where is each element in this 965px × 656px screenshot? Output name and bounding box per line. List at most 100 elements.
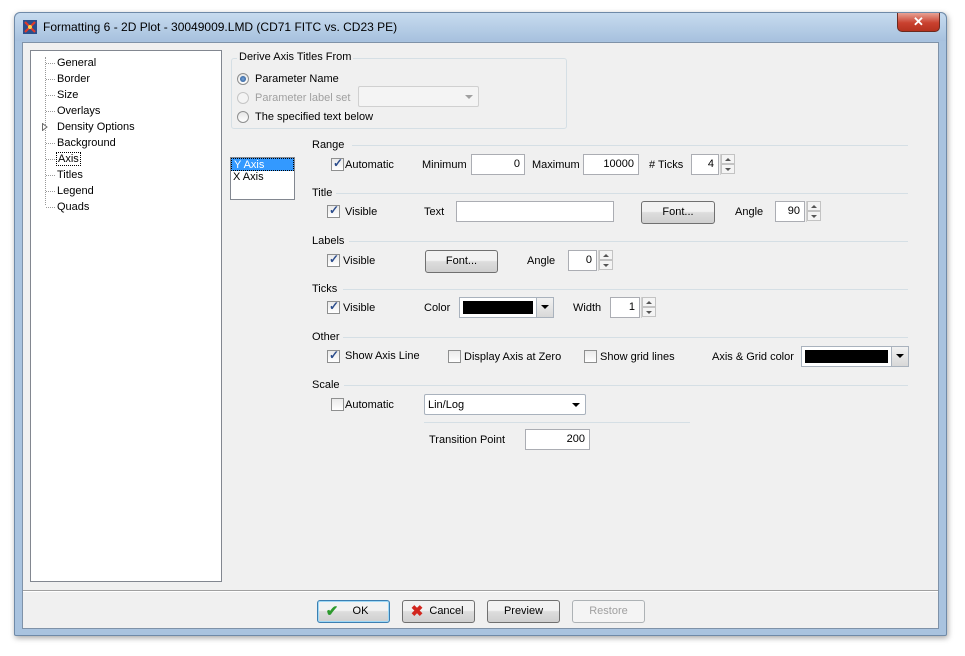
derive-group-title: Derive Axis Titles From	[237, 51, 354, 63]
tree-item-border[interactable]: Border	[56, 72, 91, 86]
tree-connector	[46, 111, 55, 112]
chevron-down-icon[interactable]	[891, 347, 908, 366]
ticks-width-input[interactable]: 1	[610, 297, 640, 318]
radio-specified-text-label[interactable]: The specified text below	[255, 110, 373, 124]
spin-down-icon[interactable]	[642, 307, 656, 317]
ok-button[interactable]: ✔ OK	[317, 600, 390, 623]
tree-item-density-options[interactable]: Density Options	[56, 120, 136, 134]
labels-visible-checkbox[interactable]	[327, 252, 340, 267]
spin-up-icon[interactable]	[807, 201, 821, 211]
labels-section-title: Labels	[312, 235, 345, 247]
app-logo-icon	[23, 20, 37, 34]
tree-item-axis[interactable]: Axis	[56, 152, 81, 166]
title-visible-checkbox[interactable]	[327, 203, 340, 218]
chevron-down-icon	[572, 403, 580, 407]
tree-item-overlays[interactable]: Overlays	[56, 104, 101, 118]
title-divider	[336, 193, 908, 194]
scale-section-title: Scale	[312, 379, 340, 391]
title-angle-stepper[interactable]	[806, 201, 821, 222]
other-divider	[343, 337, 908, 338]
show-grid-lines-checkbox[interactable]	[584, 350, 597, 363]
scale-automatic-checkbox[interactable]	[331, 398, 344, 411]
labels-visible-label[interactable]: Visible	[343, 254, 375, 268]
tree-connector	[46, 63, 55, 64]
ticks-width-stepper[interactable]	[641, 297, 656, 318]
maximum-label: Maximum	[532, 159, 580, 171]
radio-parameter-name[interactable]	[237, 73, 249, 85]
tree-connector	[46, 143, 55, 144]
spin-down-icon[interactable]	[721, 164, 735, 174]
labels-divider	[349, 241, 908, 242]
tree-connector	[46, 175, 55, 176]
cancel-button[interactable]: ✖ Cancel	[402, 600, 475, 623]
range-section-title: Range	[312, 139, 345, 151]
tree-item-general[interactable]: General	[56, 56, 97, 70]
maximum-input[interactable]: 10000	[583, 154, 639, 175]
show-grid-lines-label[interactable]: Show grid lines	[600, 350, 675, 364]
tree-item-titles[interactable]: Titles	[56, 168, 84, 182]
dialog-client-area: General Border Size Overlays Density Opt…	[22, 42, 939, 629]
title-text-input[interactable]	[456, 201, 614, 222]
tree-connector	[46, 159, 55, 160]
spin-down-icon[interactable]	[807, 211, 821, 221]
transition-point-label: Transition Point	[429, 434, 506, 446]
spin-down-icon[interactable]	[599, 260, 613, 270]
other-section-title: Other	[312, 331, 340, 343]
title-visible-label[interactable]: Visible	[345, 205, 377, 219]
scale-automatic-label[interactable]: Automatic	[345, 398, 394, 412]
ticks-visible-label[interactable]: Visible	[343, 301, 375, 315]
spin-up-icon[interactable]	[599, 250, 613, 260]
title-bar[interactable]: Formatting 6 - 2D Plot - 30049009.LMD (C…	[15, 13, 946, 41]
chevron-down-icon[interactable]	[536, 298, 553, 317]
labels-angle-label: Angle	[527, 255, 556, 267]
ticks-color-label: Color	[424, 302, 451, 314]
tree-item-legend[interactable]: Legend	[56, 184, 95, 198]
labels-angle-stepper[interactable]	[598, 250, 613, 271]
radio-specified-text[interactable]	[237, 111, 249, 123]
title-font-button[interactable]: Font...	[641, 201, 715, 224]
radio-parameter-name-label[interactable]: Parameter Name	[255, 72, 339, 86]
ticks-count-stepper[interactable]	[720, 154, 735, 175]
tree-item-size[interactable]: Size	[56, 88, 79, 102]
tree-item-background[interactable]: Background	[56, 136, 117, 150]
close-button[interactable]: ✕	[897, 13, 940, 32]
title-angle-input[interactable]: 90	[775, 201, 805, 222]
labels-angle-input[interactable]: 0	[568, 250, 597, 271]
tree-connector	[46, 79, 55, 80]
category-tree[interactable]: General Border Size Overlays Density Opt…	[30, 50, 222, 582]
label-set-dropdown	[358, 86, 479, 107]
cross-icon: ✖	[410, 603, 424, 620]
window-title: Formatting 6 - 2D Plot - 30049009.LMD (C…	[43, 20, 398, 34]
title-text-label: Text	[424, 206, 445, 218]
ticks-divider	[343, 289, 908, 290]
spin-up-icon[interactable]	[721, 154, 735, 164]
spin-up-icon[interactable]	[642, 297, 656, 307]
show-axis-line-label[interactable]: Show Axis Line	[345, 349, 420, 363]
ticks-count-input[interactable]: 4	[691, 154, 719, 175]
display-axis-zero-checkbox[interactable]	[448, 350, 461, 363]
list-item-x-axis[interactable]: X Axis	[231, 171, 294, 184]
tree-connector	[46, 207, 55, 208]
tree-connector	[46, 191, 55, 192]
axis-listbox[interactable]: Y Axis X Axis	[230, 157, 295, 200]
footer-divider	[23, 590, 938, 592]
tree-item-quads[interactable]: Quads	[56, 200, 90, 214]
list-item-y-axis[interactable]: Y Axis	[231, 158, 294, 171]
ticks-color-picker[interactable]	[459, 297, 554, 318]
display-axis-zero-label[interactable]: Display Axis at Zero	[464, 350, 561, 364]
labels-font-button[interactable]: Font...	[425, 250, 498, 273]
preview-button[interactable]: Preview	[487, 600, 560, 623]
minimum-input[interactable]: 0	[471, 154, 525, 175]
ok-button-label: OK	[352, 605, 369, 617]
range-automatic-checkbox[interactable]	[331, 156, 344, 171]
expand-arrow-icon[interactable]	[42, 123, 48, 131]
axis-grid-color-label: Axis & Grid color	[712, 351, 794, 363]
range-automatic-label[interactable]: Automatic	[345, 158, 394, 172]
show-axis-line-checkbox[interactable]	[327, 348, 340, 363]
transition-point-input[interactable]: 200	[525, 429, 590, 450]
scale-type-dropdown[interactable]: Lin/Log	[424, 394, 586, 415]
axis-grid-color-swatch	[805, 350, 888, 363]
ticks-visible-checkbox[interactable]	[327, 299, 340, 314]
restore-button: Restore	[572, 600, 645, 623]
axis-grid-color-picker[interactable]	[801, 346, 909, 367]
